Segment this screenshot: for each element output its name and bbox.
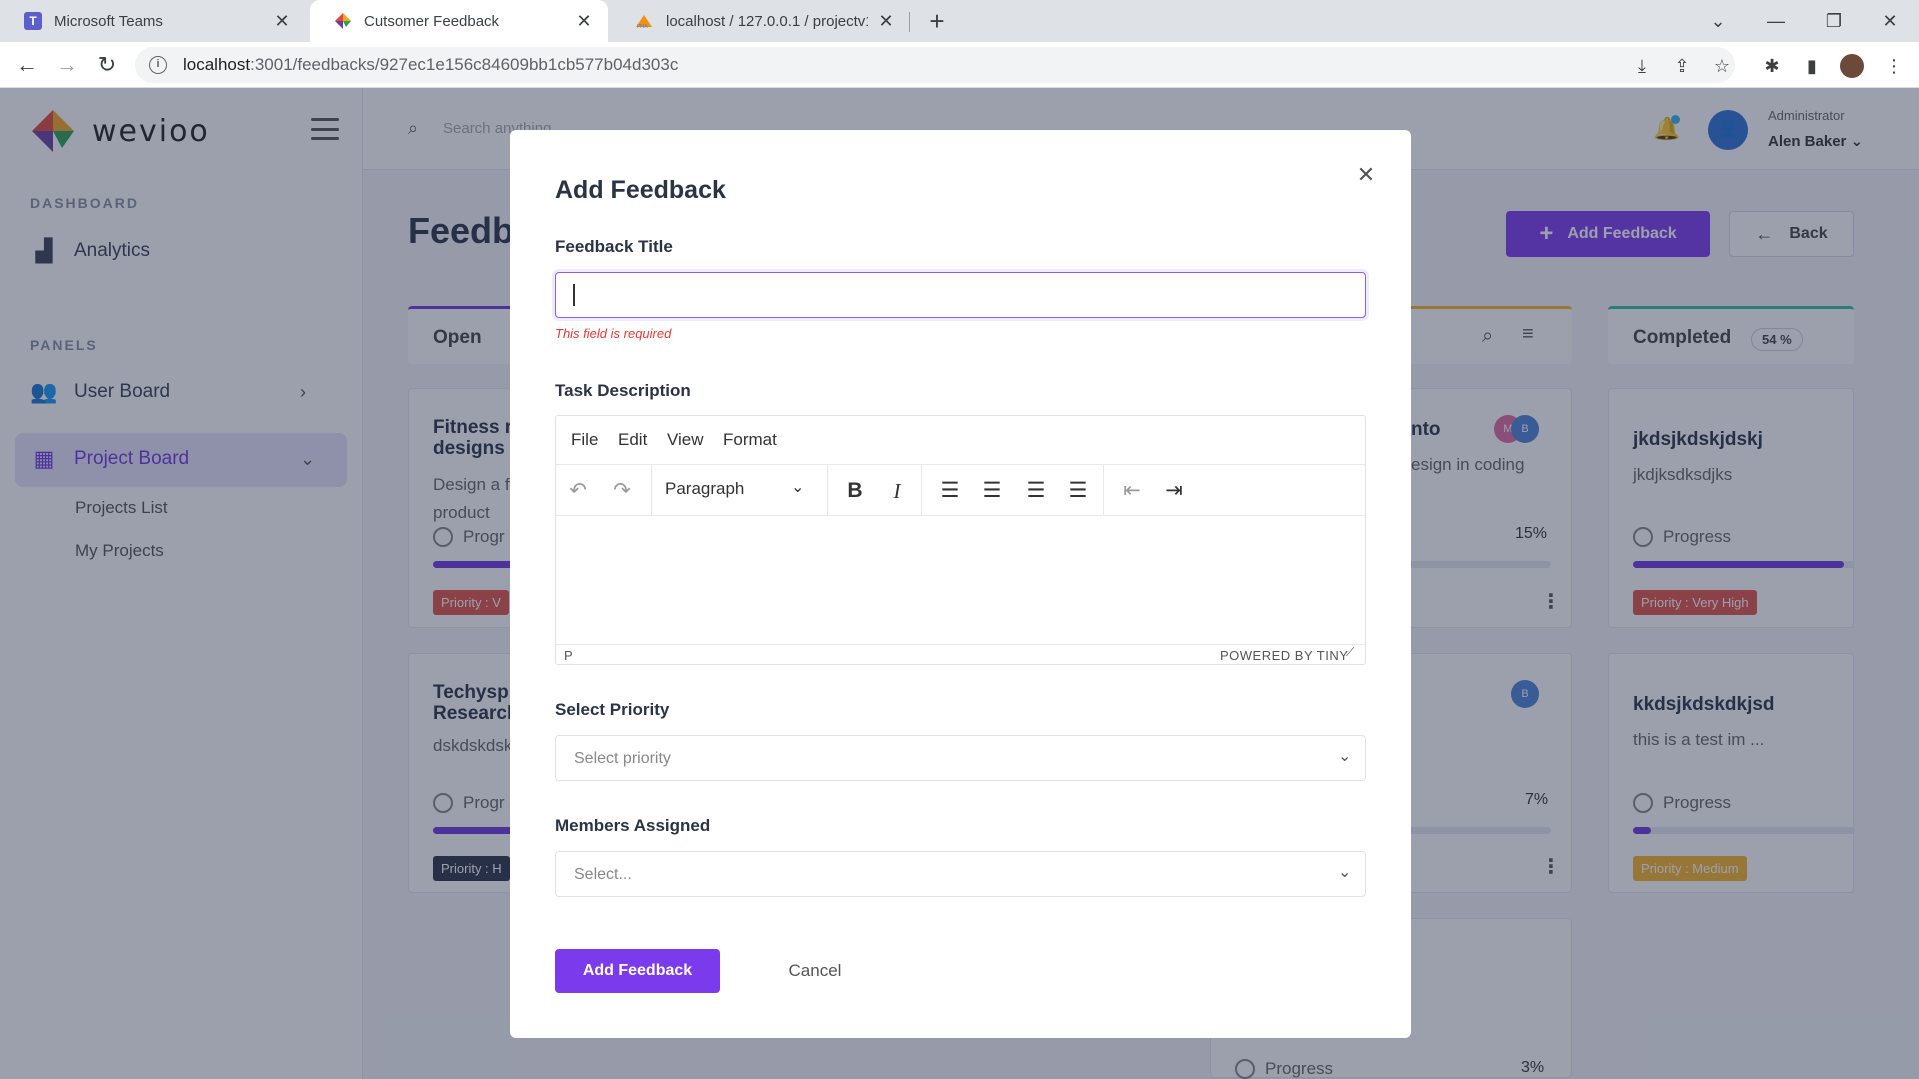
restore-icon[interactable]: ❐	[1814, 6, 1854, 36]
address-bar: ← → ↻ i localhost:3001/feedbacks/927ec1e…	[0, 42, 1919, 88]
reload-icon[interactable]: ↻	[92, 50, 122, 80]
chevron-down-icon: ⌄	[791, 479, 805, 496]
share-icon[interactable]: ⇪	[1670, 54, 1694, 78]
close-icon[interactable]: ✕	[876, 11, 896, 32]
tab-customer-feedback[interactable]: Cutsomer Feedback ✕	[310, 0, 608, 42]
close-icon[interactable]: ✕	[1353, 162, 1379, 188]
window-close-icon[interactable]: ✕	[1870, 6, 1910, 36]
align-justify-icon[interactable]: ☰	[1064, 477, 1092, 505]
url-field[interactable]: i localhost:3001/feedbacks/927ec1e156c84…	[135, 47, 1735, 83]
tab-title: Microsoft Teams	[54, 12, 163, 30]
url-text: localhost:3001/feedbacks/927ec1e156c8460…	[183, 55, 679, 74]
error-message: This field is required	[555, 326, 672, 341]
toolbar-separator	[921, 465, 922, 516]
block-format-select[interactable]: Paragraph ⌄	[651, 465, 804, 516]
menu-file[interactable]: File	[571, 430, 598, 450]
teams-icon: T	[24, 12, 42, 30]
tab-search-chevron-icon[interactable]: ⌄	[1698, 6, 1738, 36]
side-panel-icon[interactable]: ▮	[1800, 54, 1824, 78]
powered-by-tiny[interactable]: POWERED BY TINY	[1220, 648, 1348, 663]
redo-icon[interactable]: ↷	[608, 477, 636, 505]
editor-statusbar: P POWERED BY TINY ⟋	[556, 644, 1365, 664]
wevioo-favicon	[334, 12, 352, 30]
modal-title: Add Feedback	[555, 176, 726, 204]
select-priority-label: Select Priority	[555, 700, 670, 719]
element-path[interactable]: P	[564, 648, 573, 663]
menu-edit[interactable]: Edit	[618, 430, 647, 450]
chevron-down-icon: ⌄	[1338, 864, 1352, 881]
undo-icon[interactable]: ↶	[564, 477, 592, 505]
members-assigned-label: Members Assigned	[555, 816, 711, 835]
back-arrow-icon[interactable]: ←	[12, 50, 42, 80]
new-tab-button[interactable]: +	[922, 6, 952, 36]
editor-content-area[interactable]	[556, 516, 1365, 644]
rich-text-editor: File Edit View Format ↶ ↷ Paragraph ⌄ B …	[555, 415, 1366, 665]
editor-toolbar: ↶ ↷ Paragraph ⌄ B I ☰ ☰ ☰ ☰ ⇤ ⇥	[556, 465, 1365, 516]
select-placeholder: Select priority	[574, 750, 671, 767]
toolbar-separator	[827, 465, 828, 516]
svg-text:PMA: PMA	[637, 24, 648, 29]
forward-arrow-icon[interactable]: →	[52, 50, 82, 80]
browser-tab-bar: T Microsoft Teams ✕ Cutsomer Feedback ✕ …	[0, 0, 1919, 42]
chevron-down-icon: ⌄	[1338, 748, 1352, 765]
browser-menu-icon[interactable]: ⋮	[1882, 54, 1906, 78]
tab-microsoft-teams[interactable]: T Microsoft Teams ✕	[0, 0, 306, 42]
select-placeholder: Select...	[574, 866, 632, 883]
extensions-icon[interactable]: ✱	[1760, 54, 1784, 78]
editor-menubar: File Edit View Format	[556, 416, 1365, 465]
tab-title: Cutsomer Feedback	[364, 12, 500, 30]
tab-title: localhost / 127.0.0.1 / projectv1 /	[666, 12, 868, 30]
add-feedback-modal: Add Feedback ✕ Feedback Title This field…	[510, 130, 1411, 1038]
align-center-icon[interactable]: ☰	[978, 477, 1006, 505]
tab-separator	[909, 12, 910, 32]
task-description-label: Task Description	[555, 381, 691, 400]
cancel-button[interactable]: Cancel	[772, 949, 858, 993]
minimize-icon[interactable]: —	[1756, 6, 1796, 36]
add-feedback-submit-button[interactable]: Add Feedback	[555, 949, 720, 993]
install-app-icon[interactable]: ⤓	[1630, 54, 1654, 78]
feedback-title-label: Feedback Title	[555, 237, 673, 256]
align-right-icon[interactable]: ☰	[1022, 477, 1050, 505]
members-select[interactable]: Select... ⌄	[555, 851, 1366, 897]
profile-avatar-icon[interactable]	[1840, 54, 1864, 78]
align-left-icon[interactable]: ☰	[936, 477, 964, 505]
phpmyadmin-icon: PMA	[634, 13, 654, 30]
toolbar-separator	[1103, 465, 1104, 516]
outdent-icon[interactable]: ⇤	[1118, 477, 1146, 505]
close-icon[interactable]: ✕	[272, 11, 292, 32]
close-icon[interactable]: ✕	[574, 11, 594, 32]
italic-icon[interactable]: I	[883, 477, 911, 505]
text-caret	[573, 284, 575, 306]
priority-select[interactable]: Select priority ⌄	[555, 735, 1366, 781]
menu-view[interactable]: View	[667, 430, 704, 450]
tab-phpmyadmin[interactable]: PMA localhost / 127.0.0.1 / projectv1 / …	[610, 0, 910, 42]
indent-icon[interactable]: ⇥	[1160, 477, 1188, 505]
menu-format[interactable]: Format	[723, 430, 777, 450]
feedback-title-input[interactable]	[555, 272, 1366, 318]
block-format-value: Paragraph	[665, 479, 745, 498]
site-info-icon[interactable]: i	[149, 56, 167, 74]
resize-handle-icon[interactable]: ⟋	[1346, 645, 1354, 660]
bookmark-star-icon[interactable]: ☆	[1710, 54, 1734, 78]
bold-icon[interactable]: B	[841, 477, 869, 505]
